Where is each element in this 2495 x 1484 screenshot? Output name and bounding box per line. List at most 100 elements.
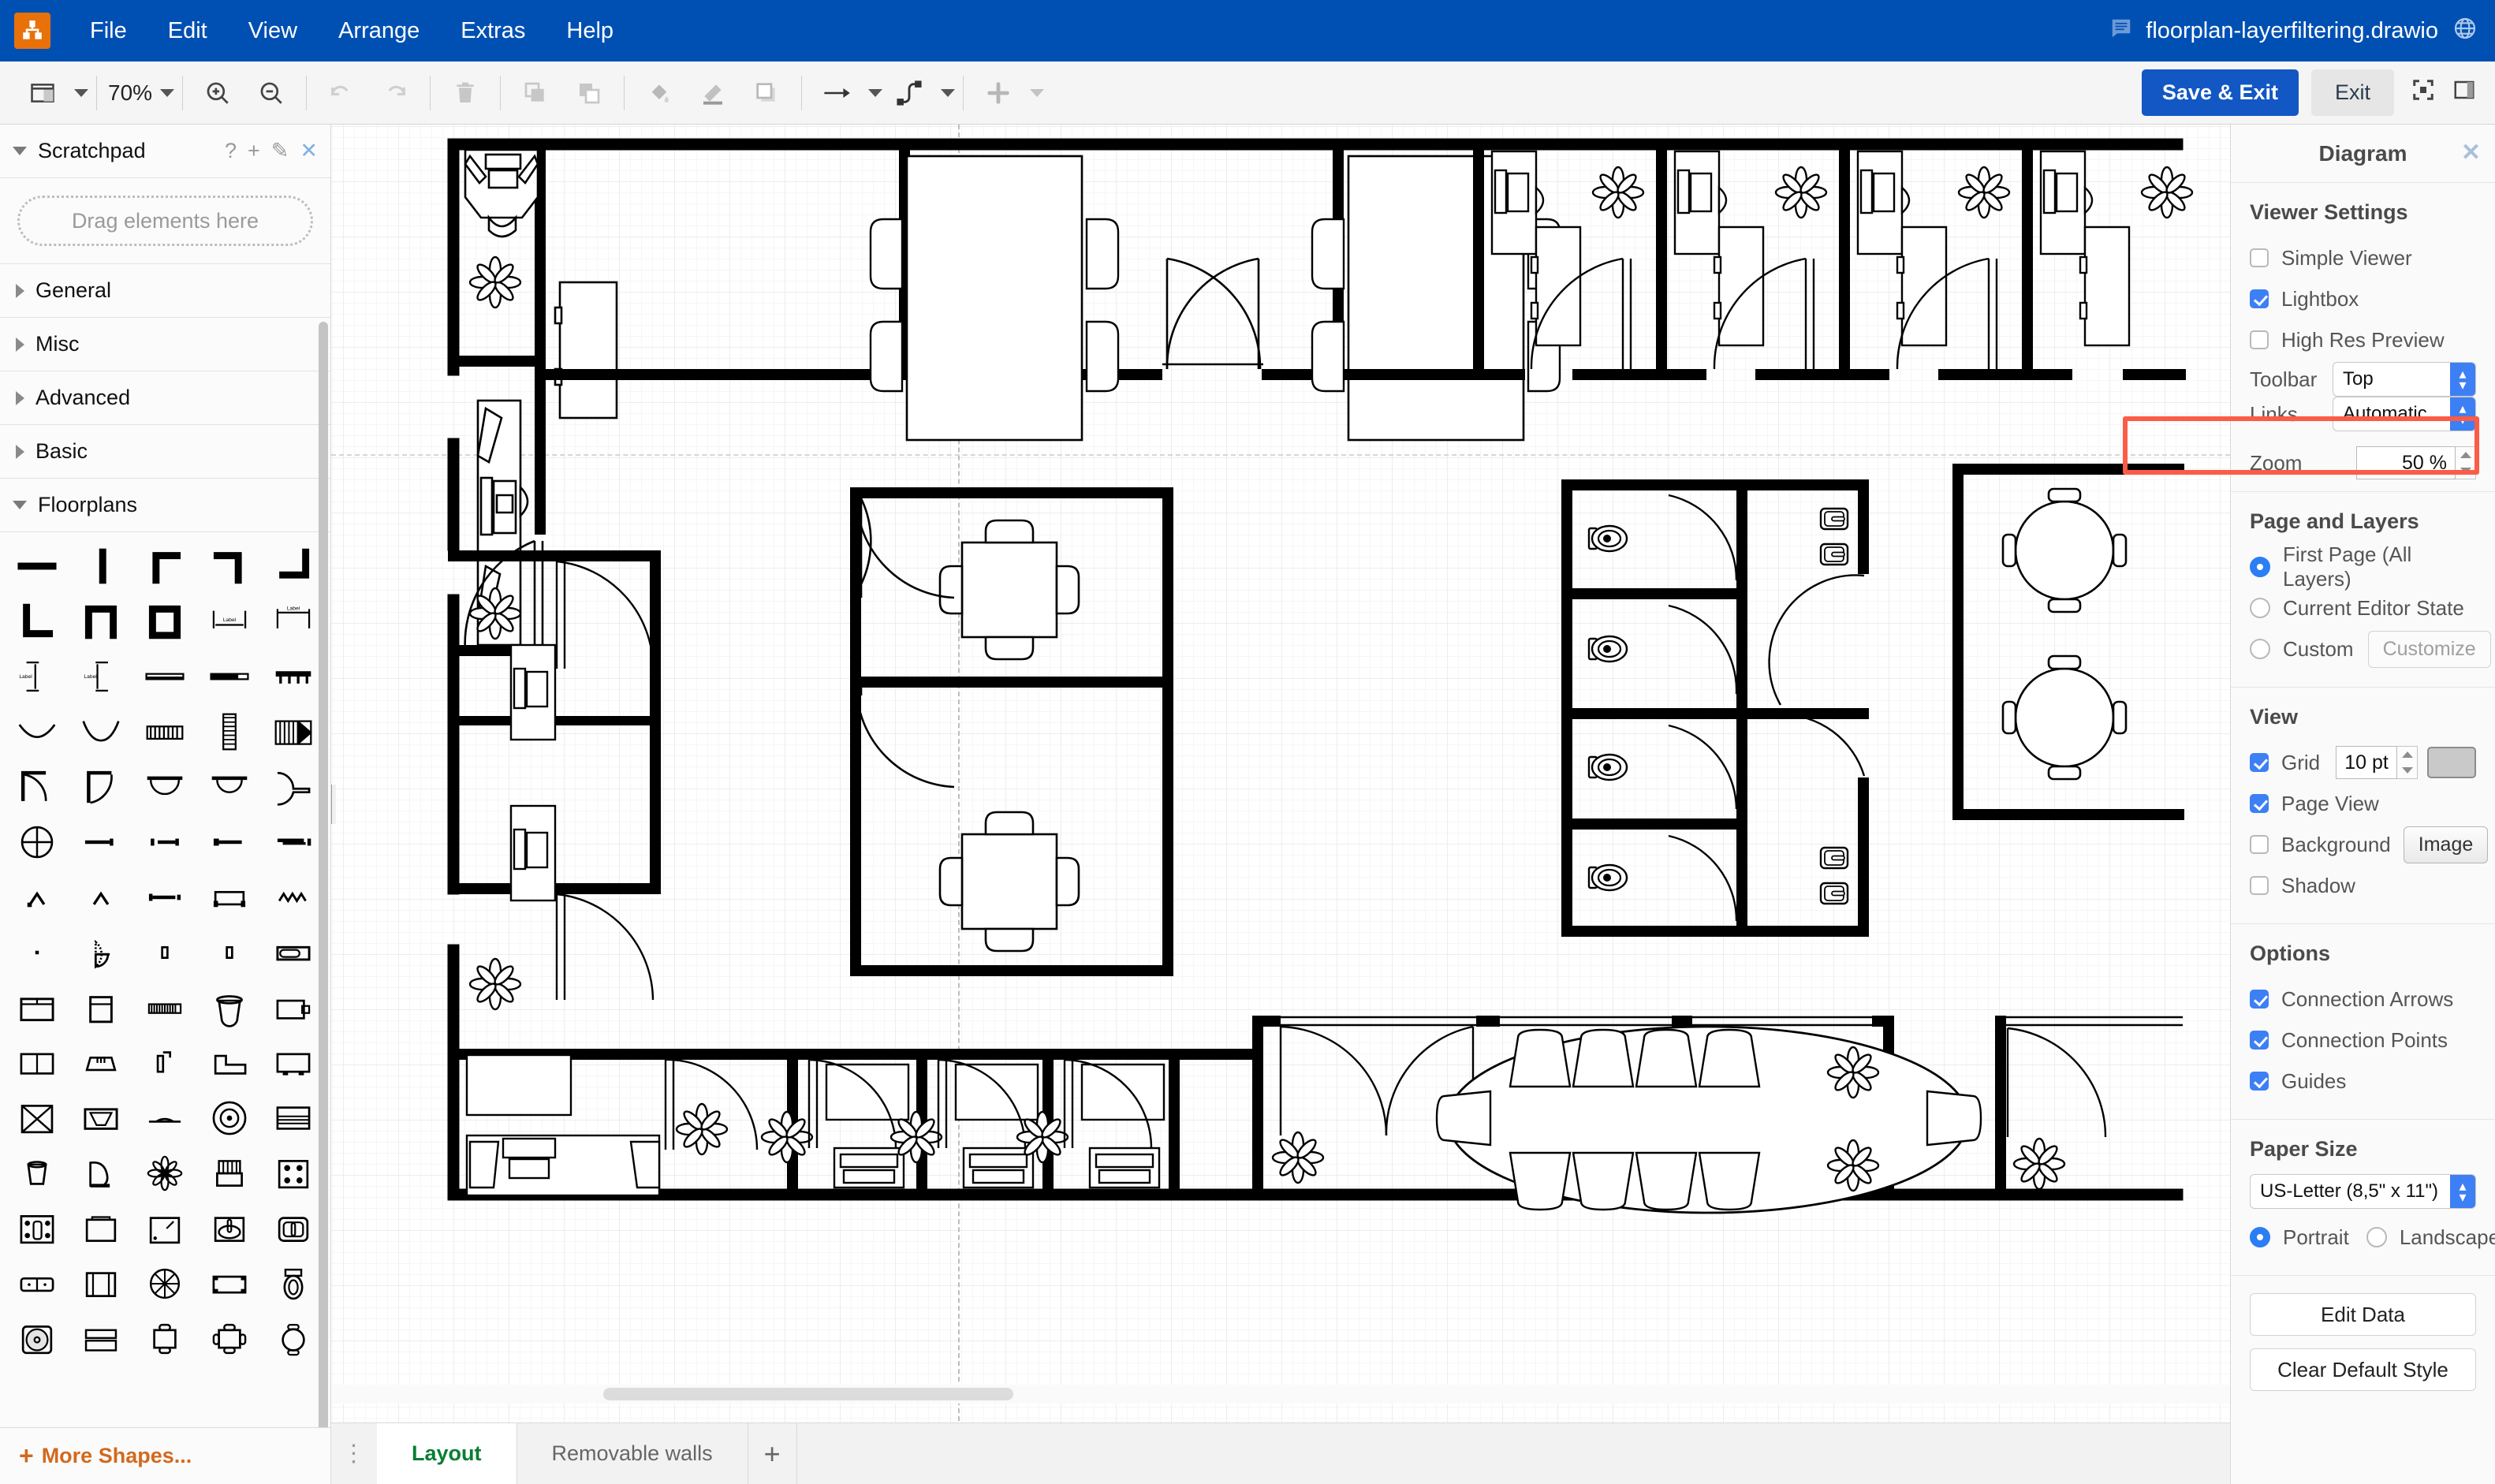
close-icon[interactable]: ✕ — [300, 139, 318, 163]
shape-wall-u[interactable] — [69, 594, 132, 649]
stepper-zoom[interactable] — [2456, 446, 2476, 479]
shape-dimension-vertical[interactable]: Label — [5, 649, 69, 704]
checkbox-row-simple-viewer[interactable]: Simple Viewer — [2250, 237, 2476, 278]
shape-wall-segment-c[interactable] — [197, 815, 261, 870]
chevron-up-icon[interactable] — [2460, 452, 2471, 458]
pencil-icon[interactable]: ✎ — [271, 139, 289, 163]
shape-chair-table-2[interactable] — [197, 1256, 261, 1311]
sidebar-section-misc[interactable]: Misc — [0, 318, 330, 371]
radio-custom[interactable] — [2250, 639, 2270, 659]
redo-icon[interactable] — [373, 71, 417, 115]
chevron-down-icon[interactable] — [2401, 767, 2413, 774]
checkbox-high-res-preview[interactable] — [2250, 330, 2269, 349]
view-layout-icon[interactable] — [21, 71, 65, 115]
view-layout-dropdown-caret[interactable] — [74, 88, 88, 97]
waypoints-icon[interactable] — [887, 71, 931, 115]
input-zoom-percent[interactable]: 50 % — [2356, 446, 2456, 479]
radio-landscape[interactable] — [2366, 1227, 2387, 1247]
zoom-dropdown-caret[interactable] — [160, 88, 175, 97]
tab-layout[interactable]: Layout — [377, 1423, 517, 1484]
shape-door-double[interactable] — [133, 759, 197, 815]
shape-shower-square[interactable] — [197, 1146, 261, 1201]
radio-first-page[interactable] — [2250, 557, 2270, 577]
shape-trash-bin[interactable] — [69, 1091, 132, 1146]
row-shadow[interactable]: Shadow — [2250, 865, 2476, 906]
shape-dimension-double[interactable]: Label — [262, 594, 326, 649]
shape-stool-set[interactable] — [197, 1311, 261, 1367]
checkbox-simple-viewer[interactable] — [2250, 248, 2269, 267]
shape-table-rect[interactable] — [262, 1201, 326, 1256]
sidebar-scrollbar[interactable] — [319, 322, 328, 1484]
globe-icon[interactable] — [2452, 16, 2478, 47]
zoom-out-icon[interactable] — [249, 71, 293, 115]
shape-zigzag-stair[interactable] — [133, 870, 197, 925]
select-paper-size[interactable]: US-Letter (8,5" x 11") ▴ ▾ — [2250, 1174, 2476, 1209]
sidebar-section-floorplans[interactable]: Floorplans — [0, 479, 330, 532]
insert-plus-icon[interactable] — [976, 71, 1020, 115]
format-panel-icon[interactable] — [2452, 78, 2476, 107]
radio-row-current-editor-state[interactable]: Current Editor State — [2250, 587, 2476, 628]
shape-wall-square[interactable] — [133, 594, 197, 649]
menu-item-file[interactable]: File — [69, 0, 147, 62]
menu-item-help[interactable]: Help — [546, 0, 634, 62]
row-connection-points[interactable]: Connection Points — [2250, 1020, 2476, 1061]
shape-double-sink[interactable] — [69, 1201, 132, 1256]
chevron-updown-icon[interactable]: ▴ ▾ — [2450, 363, 2475, 396]
shape-post-small[interactable] — [262, 870, 326, 925]
plus-icon[interactable]: + — [248, 139, 260, 163]
shape-sofa-single[interactable] — [5, 925, 69, 980]
input-grid-size[interactable]: 10 pt — [2336, 746, 2397, 779]
sidebar-section-basic[interactable]: Basic — [0, 425, 330, 479]
shape-door-arc-left[interactable] — [5, 759, 69, 815]
row-connection-arrows[interactable]: Connection Arrows — [2250, 979, 2476, 1020]
checkbox-row-high-res-preview[interactable]: High Res Preview — [2250, 319, 2476, 360]
shape-bench-3[interactable] — [133, 1311, 197, 1367]
tab-removable-walls[interactable]: Removable walls — [517, 1423, 748, 1484]
shape-stairs-landing[interactable] — [262, 704, 326, 759]
kebab-menu-icon[interactable]: ⋮ — [331, 1423, 377, 1484]
radio-row-first-page[interactable]: First Page (All Layers) — [2250, 543, 2476, 591]
shape-wall-vertical[interactable] — [69, 539, 132, 594]
shape-chair-table-4[interactable] — [262, 1256, 326, 1311]
shape-wall-corner-tr[interactable] — [197, 539, 261, 594]
shape-rug-flat[interactable] — [197, 1035, 261, 1091]
shape-toilet[interactable] — [5, 1256, 69, 1311]
zoom-in-icon[interactable] — [196, 71, 240, 115]
shape-wall-horizontal[interactable] — [5, 539, 69, 594]
shape-range-hood[interactable] — [133, 980, 197, 1035]
background-image-button[interactable]: Image — [2403, 826, 2489, 863]
row-page-view[interactable]: Page View — [2250, 783, 2476, 824]
shape-chair-round[interactable] — [5, 1311, 69, 1367]
shape-wall-corner-tl[interactable] — [133, 539, 197, 594]
shape-armchair[interactable] — [262, 1091, 326, 1146]
shape-piano-upright[interactable] — [5, 1091, 69, 1146]
shape-bed-single[interactable] — [133, 925, 197, 980]
checkbox-guides[interactable] — [2250, 1072, 2269, 1091]
bring-to-front-icon[interactable] — [513, 71, 558, 115]
shape-washing-machine[interactable] — [69, 1256, 132, 1311]
sidebar-section-advanced[interactable]: Advanced — [0, 371, 330, 425]
shape-plant-flower[interactable] — [197, 1091, 261, 1146]
shape-lamp-floor[interactable] — [262, 925, 326, 980]
shape-counter-corner[interactable] — [262, 980, 326, 1035]
save-and-exit-button[interactable]: Save & Exit — [2141, 69, 2299, 116]
shape-sink-round[interactable] — [262, 1146, 326, 1201]
select-links[interactable]: Automatic ▴ ▾ — [2333, 397, 2476, 431]
chevron-down-icon[interactable] — [2460, 468, 2471, 474]
send-to-back-icon[interactable] — [567, 71, 611, 115]
shape-wall-partial[interactable] — [197, 649, 261, 704]
checkbox-connection-points[interactable] — [2250, 1031, 2269, 1050]
shape-fan-ceiling[interactable] — [262, 1035, 326, 1091]
shape-table-long[interactable] — [262, 1311, 326, 1367]
diagram-canvas[interactable] — [331, 125, 2230, 1484]
shape-bench-2[interactable] — [69, 1311, 132, 1367]
shape-wall-segment-a[interactable] — [69, 815, 132, 870]
more-shapes-button[interactable]: + More Shapes... — [0, 1427, 330, 1484]
customize-button[interactable]: Customize — [2367, 630, 2491, 668]
sidebar-section-scratchpad[interactable]: Scratchpad ? + ✎ ✕ — [0, 125, 330, 178]
shape-washer[interactable] — [133, 1146, 197, 1201]
checkbox-shadow[interactable] — [2250, 876, 2269, 895]
undo-icon[interactable] — [319, 71, 364, 115]
trash-icon[interactable] — [443, 71, 487, 115]
shape-curve-deep[interactable] — [69, 704, 132, 759]
